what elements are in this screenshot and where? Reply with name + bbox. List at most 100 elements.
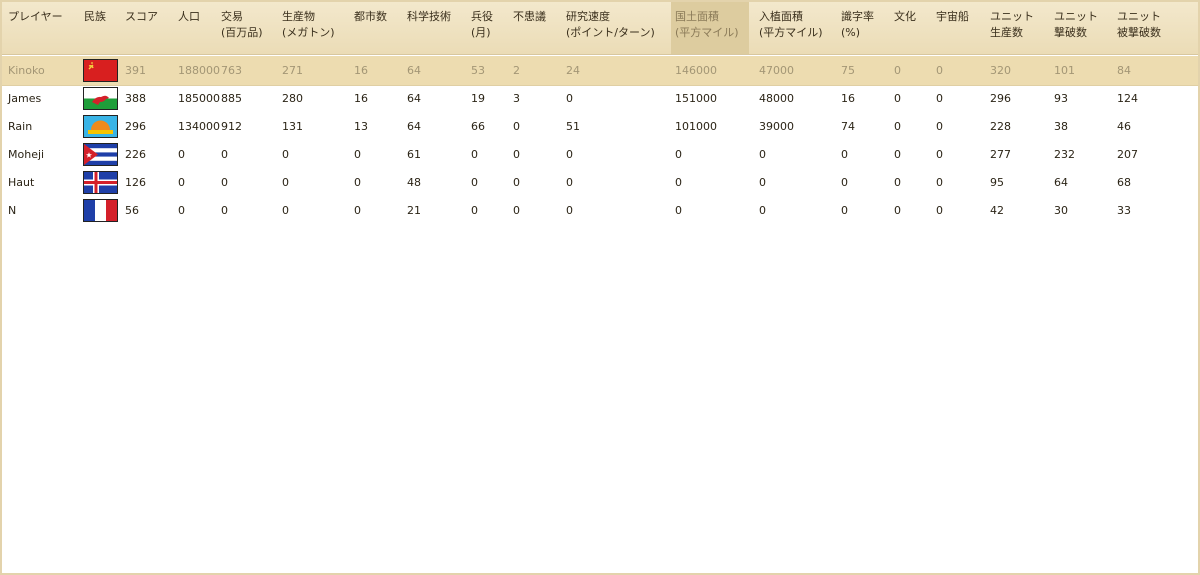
cell-trade: 885 bbox=[221, 92, 242, 105]
cell-population: 188000 bbox=[178, 64, 220, 77]
cell-unrest: 0 bbox=[513, 204, 520, 217]
cell-unrest: 3 bbox=[513, 92, 520, 105]
table-row[interactable]: Kinoko 391 188000 763 271 16 64 53 2 24 … bbox=[2, 57, 1198, 85]
col-header-military-service[interactable]: 兵役 (月) bbox=[471, 9, 493, 41]
cell-population: 134000 bbox=[178, 120, 220, 133]
cell-tech: 64 bbox=[407, 120, 421, 133]
cell-score: 56 bbox=[125, 204, 139, 217]
player-name: Haut bbox=[8, 176, 35, 189]
table-row[interactable]: Moheji 226 0 0 0 0 61 0 0 0 0 0 0 0 0 27… bbox=[2, 141, 1198, 169]
france-flag-icon bbox=[83, 199, 118, 222]
col-header-population[interactable]: 人口 bbox=[178, 9, 200, 25]
cell-units-lost: 124 bbox=[1117, 92, 1138, 105]
cuba-flag-icon bbox=[83, 143, 118, 166]
cell-literacy: 0 bbox=[841, 176, 848, 189]
cell-settled-area: 0 bbox=[759, 148, 766, 161]
cell-units-lost: 33 bbox=[1117, 204, 1131, 217]
col-header-trade[interactable]: 交易 (百万品) bbox=[221, 9, 263, 41]
col-header-units-built[interactable]: ユニット 生産数 bbox=[990, 9, 1034, 41]
col-header-civ[interactable]: 民族 bbox=[84, 9, 106, 25]
cell-spaceship: 0 bbox=[936, 204, 943, 217]
cell-units-built: 42 bbox=[990, 204, 1004, 217]
col-header-units-killed[interactable]: ユニット 撃破数 bbox=[1054, 9, 1098, 41]
cell-cities: 16 bbox=[354, 64, 368, 77]
cell-unrest: 0 bbox=[513, 176, 520, 189]
cell-trade: 912 bbox=[221, 120, 242, 133]
cell-score: 226 bbox=[125, 148, 146, 161]
cell-literacy: 0 bbox=[841, 204, 848, 217]
table-row[interactable]: Haut 126 0 0 0 0 48 0 0 0 0 0 0 0 0 95 6… bbox=[2, 169, 1198, 197]
cell-trade: 0 bbox=[221, 204, 228, 217]
col-header-cities[interactable]: 都市数 bbox=[354, 9, 387, 25]
cell-military-service: 0 bbox=[471, 176, 478, 189]
cell-trade: 763 bbox=[221, 64, 242, 77]
cell-tech: 61 bbox=[407, 148, 421, 161]
col-header-spaceship[interactable]: 宇宙船 bbox=[936, 9, 969, 25]
table-row[interactable]: N 56 0 0 0 0 21 0 0 0 0 0 0 0 0 42 30 33 bbox=[2, 197, 1198, 225]
cell-cities: 13 bbox=[354, 120, 368, 133]
cell-settled-area: 47000 bbox=[759, 64, 794, 77]
cell-units-killed: 232 bbox=[1054, 148, 1075, 161]
cell-settled-area: 0 bbox=[759, 176, 766, 189]
cell-research-rate: 51 bbox=[566, 120, 580, 133]
col-header-tech[interactable]: 科学技術 bbox=[407, 9, 451, 25]
col-header-score[interactable]: スコア bbox=[125, 9, 158, 25]
cell-population: 185000 bbox=[178, 92, 220, 105]
player-name: Moheji bbox=[8, 148, 45, 161]
cell-units-killed: 64 bbox=[1054, 176, 1068, 189]
cell-production: 280 bbox=[282, 92, 303, 105]
cell-trade: 0 bbox=[221, 176, 228, 189]
col-header-production[interactable]: 生産物 (メガトン) bbox=[282, 9, 335, 41]
cell-military-service: 66 bbox=[471, 120, 485, 133]
cell-units-killed: 101 bbox=[1054, 64, 1075, 77]
cell-score: 391 bbox=[125, 64, 146, 77]
cell-unrest: 0 bbox=[513, 148, 520, 161]
col-header-units-lost[interactable]: ユニット 被撃破数 bbox=[1117, 9, 1161, 41]
cell-spaceship: 0 bbox=[936, 92, 943, 105]
cell-cities: 0 bbox=[354, 176, 361, 189]
cell-research-rate: 0 bbox=[566, 176, 573, 189]
player-name: James bbox=[8, 92, 42, 105]
cell-culture: 0 bbox=[894, 64, 901, 77]
cell-culture: 0 bbox=[894, 120, 901, 133]
table-row[interactable]: Rain 296 134000 912 131 13 64 66 0 51 10… bbox=[2, 113, 1198, 141]
col-header-settled-area[interactable]: 入植面積 (平方マイル) bbox=[759, 9, 823, 41]
cell-trade: 0 bbox=[221, 148, 228, 161]
cell-units-built: 277 bbox=[990, 148, 1011, 161]
cell-tech: 48 bbox=[407, 176, 421, 189]
col-header-research-rate[interactable]: 研究速度 (ポイント/ターン) bbox=[566, 9, 655, 41]
iceland-flag-icon bbox=[83, 171, 118, 194]
cell-settled-area: 48000 bbox=[759, 92, 794, 105]
cell-units-built: 320 bbox=[990, 64, 1011, 77]
table-header: プレイヤー 民族 スコア 人口 交易 (百万品) 生産物 (メガトン) 都市数 科学… bbox=[2, 2, 1198, 55]
col-header-player[interactable]: プレイヤー bbox=[8, 9, 63, 25]
cell-military-service: 0 bbox=[471, 148, 478, 161]
cell-research-rate: 0 bbox=[566, 92, 573, 105]
cell-units-lost: 68 bbox=[1117, 176, 1131, 189]
table-row[interactable]: James 388 185000 885 280 16 64 19 3 0 15… bbox=[2, 85, 1198, 113]
cell-score: 296 bbox=[125, 120, 146, 133]
cell-production: 271 bbox=[282, 64, 303, 77]
cell-land-area: 0 bbox=[675, 148, 682, 161]
cell-tech: 21 bbox=[407, 204, 421, 217]
ussr-flag-icon bbox=[83, 59, 118, 82]
cell-population: 0 bbox=[178, 204, 185, 217]
cell-military-service: 0 bbox=[471, 204, 478, 217]
player-name: Kinoko bbox=[8, 64, 45, 77]
cell-settled-area: 39000 bbox=[759, 120, 794, 133]
cell-units-killed: 93 bbox=[1054, 92, 1068, 105]
cell-land-area: 146000 bbox=[675, 64, 717, 77]
cell-units-built: 296 bbox=[990, 92, 1011, 105]
cell-tech: 64 bbox=[407, 92, 421, 105]
cell-population: 0 bbox=[178, 176, 185, 189]
col-header-land-area[interactable]: 国土面積 (平方マイル) bbox=[671, 2, 749, 54]
col-header-culture[interactable]: 文化 bbox=[894, 9, 916, 25]
cell-production: 0 bbox=[282, 176, 289, 189]
col-header-unrest[interactable]: 不患議 bbox=[513, 9, 546, 25]
cell-culture: 0 bbox=[894, 176, 901, 189]
cell-units-built: 95 bbox=[990, 176, 1004, 189]
cell-spaceship: 0 bbox=[936, 64, 943, 77]
cell-land-area: 101000 bbox=[675, 120, 717, 133]
cell-literacy: 0 bbox=[841, 148, 848, 161]
col-header-literacy[interactable]: 識字率 (%) bbox=[841, 9, 874, 41]
